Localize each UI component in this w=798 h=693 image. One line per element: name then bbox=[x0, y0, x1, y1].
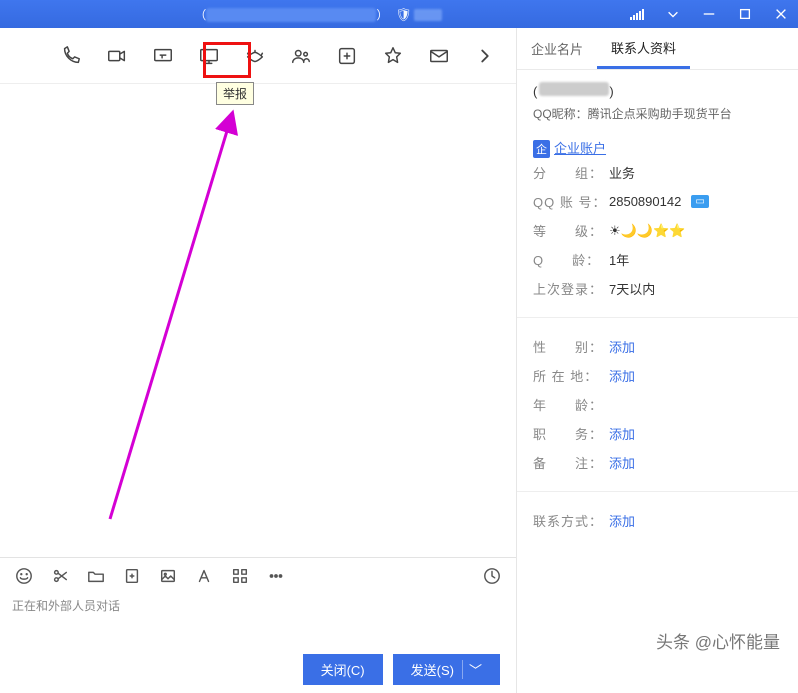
enterprise-badge: 企 bbox=[533, 140, 550, 158]
note-icon[interactable] bbox=[122, 566, 142, 586]
remote-icon[interactable] bbox=[196, 43, 222, 69]
emoji-icon[interactable] bbox=[14, 566, 34, 586]
enterprise-link[interactable]: 企业账户 bbox=[554, 141, 606, 156]
add-gender[interactable]: 添加 bbox=[609, 337, 635, 356]
field-level: ☀🌙🌙⭐⭐ bbox=[609, 223, 685, 239]
add-location[interactable]: 添加 bbox=[609, 366, 635, 385]
video-icon[interactable] bbox=[104, 43, 130, 69]
field-last-login: 7天以内 bbox=[609, 279, 655, 298]
mail-icon[interactable] bbox=[426, 43, 452, 69]
call-icon[interactable] bbox=[58, 43, 84, 69]
right-tabs: 企业名片 联系人资料 bbox=[517, 28, 798, 70]
star-icon[interactable] bbox=[380, 43, 406, 69]
arrow-annotation bbox=[80, 109, 280, 529]
display-name: () bbox=[533, 82, 782, 99]
field-qage: 1年 bbox=[609, 250, 629, 269]
input-toolbar bbox=[0, 557, 516, 593]
chat-toolbar bbox=[0, 28, 516, 84]
add-remark[interactable]: 添加 bbox=[609, 453, 635, 472]
add-job[interactable]: 添加 bbox=[609, 424, 635, 443]
history-icon[interactable] bbox=[482, 566, 502, 586]
font-icon[interactable] bbox=[194, 566, 214, 586]
close-button[interactable] bbox=[770, 3, 792, 25]
grid-icon[interactable] bbox=[230, 566, 250, 586]
toolbar-more-icon[interactable] bbox=[472, 43, 498, 69]
chevron-down-icon[interactable]: ﹀ bbox=[462, 660, 482, 679]
maximize-button[interactable] bbox=[734, 3, 756, 25]
report-icon[interactable] bbox=[242, 43, 268, 69]
add-app-icon[interactable] bbox=[334, 43, 360, 69]
tab-contact-info[interactable]: 联系人资料 bbox=[597, 28, 690, 69]
contact-card-icon[interactable]: ▭ bbox=[691, 195, 708, 208]
titlebar: （） 🛡 bbox=[0, 0, 798, 28]
status-line: 正在和外部人员对话 bbox=[0, 593, 516, 645]
add-contact-method[interactable]: 添加 bbox=[609, 511, 635, 530]
image-icon[interactable] bbox=[158, 566, 178, 586]
window-title: （） 🛡 bbox=[6, 6, 630, 23]
scissors-icon[interactable] bbox=[50, 566, 70, 586]
screen-share-icon[interactable] bbox=[150, 43, 176, 69]
signal-icon bbox=[630, 8, 644, 20]
group-icon[interactable] bbox=[288, 43, 314, 69]
field-qq: 2850890142 bbox=[609, 194, 681, 209]
folder-icon[interactable] bbox=[86, 566, 106, 586]
tab-biz-card[interactable]: 企业名片 bbox=[517, 28, 597, 69]
minimize-button[interactable] bbox=[698, 3, 720, 25]
send-button[interactable]: 发送(S)﹀ bbox=[393, 654, 500, 685]
field-group: 业务 bbox=[609, 163, 635, 182]
footer-buttons: 关闭(C) 发送(S)﹀ bbox=[0, 645, 516, 693]
more-dots-icon[interactable] bbox=[266, 566, 286, 586]
qq-nickname: QQ昵称：腾讯企点采购助手现货平台 bbox=[533, 105, 782, 122]
chat-area bbox=[0, 84, 516, 557]
dropdown-button[interactable] bbox=[662, 3, 684, 25]
right-panel: 企业名片 联系人资料 () QQ昵称：腾讯企点采购助手现货平台 企企业账户 分 … bbox=[517, 28, 798, 693]
close-chat-button[interactable]: 关闭(C) bbox=[303, 654, 383, 685]
